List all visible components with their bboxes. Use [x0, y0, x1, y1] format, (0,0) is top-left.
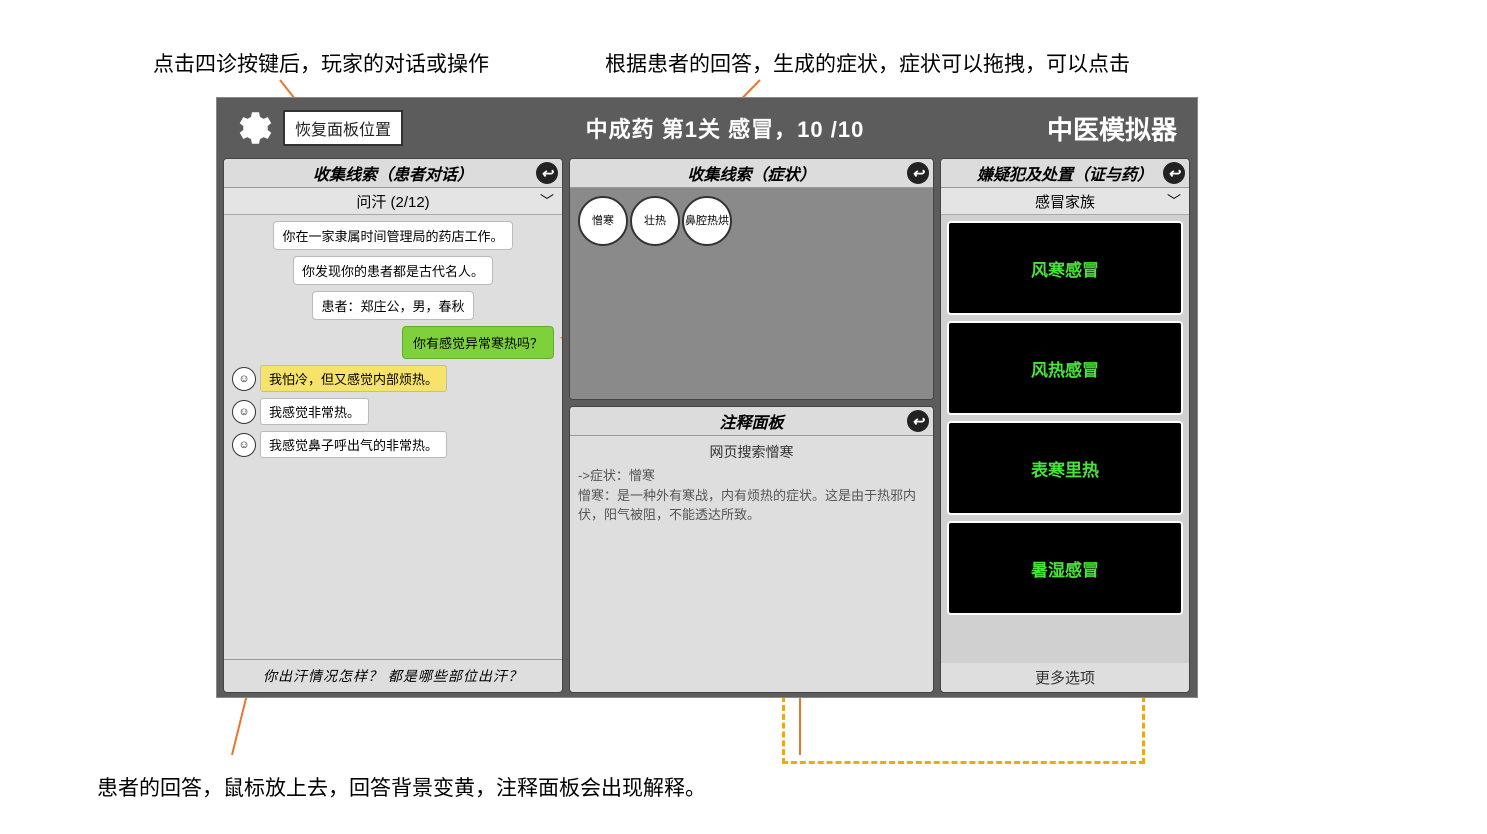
diagnosis-family-label: 感冒家族: [1035, 191, 1095, 212]
annotation-line: 憎寒：是一种外有寒战，内有烦热的症状。这是由于热邪内伏，阳气被阻，不能透达所致。: [578, 486, 925, 525]
annotation-panel-header: 注释面板 ↩: [570, 407, 933, 436]
back-icon[interactable]: ↩: [1163, 162, 1185, 184]
avatar-icon: ☺: [232, 433, 256, 457]
patient-info-msg: 患者：郑庄公，男，春秋: [312, 291, 473, 320]
narration-msg: 你在一家隶属时间管理局的药店工作。: [273, 221, 512, 250]
more-options[interactable]: 更多选项: [941, 663, 1189, 692]
symptom-chip[interactable]: 憎寒: [578, 196, 628, 246]
dialogue-panel-header: 收集线索（患者对话） ↩: [224, 159, 562, 188]
callout-bottom: 患者的回答，鼠标放上去，回答背景变黄，注释面板会出现解释。: [97, 772, 706, 802]
callout-top-left: 点击四诊按键后，玩家的对话或操作: [153, 48, 489, 78]
annotation-body: 网页搜索憎寒 ->症状：憎寒 憎寒：是一种外有寒战，内有烦热的症状。这是由于热邪…: [570, 436, 933, 692]
callout-top-right: 根据患者的回答，生成的症状，症状可以拖拽，可以点击: [605, 48, 1130, 78]
diagnosis-card[interactable]: 表寒里热: [947, 421, 1183, 515]
dialogue-panel-title: 收集线索（患者对话）: [313, 161, 473, 185]
diagnosis-list: 风寒感冒 风热感冒 表寒里热 暑湿感冒: [941, 215, 1189, 663]
symptoms-panel: 收集线索（症状） ↩ 憎寒 壮热 鼻腔热烘: [569, 158, 934, 400]
diagnosis-card[interactable]: 风寒感冒: [947, 221, 1183, 315]
player-question-text: 你有感觉异常寒热吗？: [413, 336, 543, 351]
diagnosis-panel-header: 嫌疑犯及处置（证与药） ↩: [941, 159, 1189, 188]
patient-reply-row[interactable]: ☺ 我感觉非常热。: [232, 398, 554, 425]
back-icon[interactable]: ↩: [907, 162, 929, 184]
dialogue-panel: 收集线索（患者对话） ↩ 问汗 (2/12) ﹀ 你在一家隶属时间管理局的药店工…: [223, 158, 563, 693]
level-title: 中成药 第1关 感冒，10 /10: [403, 112, 1047, 144]
avatar-icon: ☺: [232, 400, 256, 424]
annotation-panel: 注释面板 ↩ 网页搜索憎寒 ->症状：憎寒 憎寒：是一种外有寒战，内有烦热的症状…: [569, 406, 934, 693]
patient-reply-row[interactable]: ☺ 我怕冷，但又感觉内部烦热。: [232, 365, 554, 392]
annotation-search-title: 网页搜索憎寒: [578, 442, 925, 462]
star-icon: [557, 331, 562, 349]
diagnosis-panel-title: 嫌疑犯及处置（证与药）: [977, 161, 1153, 185]
diagnosis-card[interactable]: 风热感冒: [947, 321, 1183, 415]
diagnosis-panel: 嫌疑犯及处置（证与药） ↩ 感冒家族 ﹀ 风寒感冒 风热感冒 表寒里热 暑湿感冒…: [940, 158, 1190, 693]
patient-reply[interactable]: 我感觉非常热。: [260, 398, 369, 425]
dialogue-category-label: 问汗 (2/12): [356, 191, 429, 212]
topbar: 恢复面板位置 中成药 第1关 感冒，10 /10 中医模拟器: [217, 98, 1197, 158]
symptom-drop-area[interactable]: 憎寒 壮热 鼻腔热烘: [570, 188, 933, 399]
symptoms-panel-title: 收集线索（症状）: [687, 161, 815, 185]
chevron-down-icon: ﹀: [540, 191, 554, 211]
next-question-prompt[interactable]: 你出汗情况怎样？ 都是哪些部位出汗？: [224, 659, 562, 692]
symptom-chip[interactable]: 壮热: [630, 196, 680, 246]
patient-reply[interactable]: 我怕冷，但又感觉内部烦热。: [260, 365, 447, 392]
symptoms-panel-header: 收集线索（症状） ↩: [570, 159, 933, 188]
chat-log: 你在一家隶属时间管理局的药店工作。 你发现你的患者都是古代名人。 患者：郑庄公，…: [224, 215, 562, 659]
app-title: 中医模拟器: [1047, 110, 1177, 147]
symptom-chip[interactable]: 鼻腔热烘: [682, 196, 732, 246]
diagnosis-card[interactable]: 暑湿感冒: [947, 521, 1183, 615]
back-icon[interactable]: ↩: [536, 162, 558, 184]
player-question[interactable]: 你有感觉异常寒热吗？: [402, 326, 554, 359]
annotation-panel-title: 注释面板: [719, 409, 783, 433]
patient-reply[interactable]: 我感觉鼻子呼出气的非常热。: [260, 431, 447, 458]
gear-icon[interactable]: [231, 107, 273, 149]
narration-msg: 你发现你的患者都是古代名人。: [293, 256, 493, 285]
chevron-down-icon: ﹀: [1167, 191, 1181, 211]
patient-reply-row[interactable]: ☺ 我感觉鼻子呼出气的非常热。: [232, 431, 554, 458]
dialogue-category[interactable]: 问汗 (2/12) ﹀: [224, 188, 562, 215]
back-icon[interactable]: ↩: [907, 410, 929, 432]
avatar-icon: ☺: [232, 367, 256, 391]
game-window: 恢复面板位置 中成药 第1关 感冒，10 /10 中医模拟器 收集线索（患者对话…: [216, 97, 1198, 698]
annotation-line: ->症状：憎寒: [578, 466, 925, 486]
diagnosis-family[interactable]: 感冒家族 ﹀: [941, 188, 1189, 215]
reset-panels-button[interactable]: 恢复面板位置: [283, 110, 403, 146]
